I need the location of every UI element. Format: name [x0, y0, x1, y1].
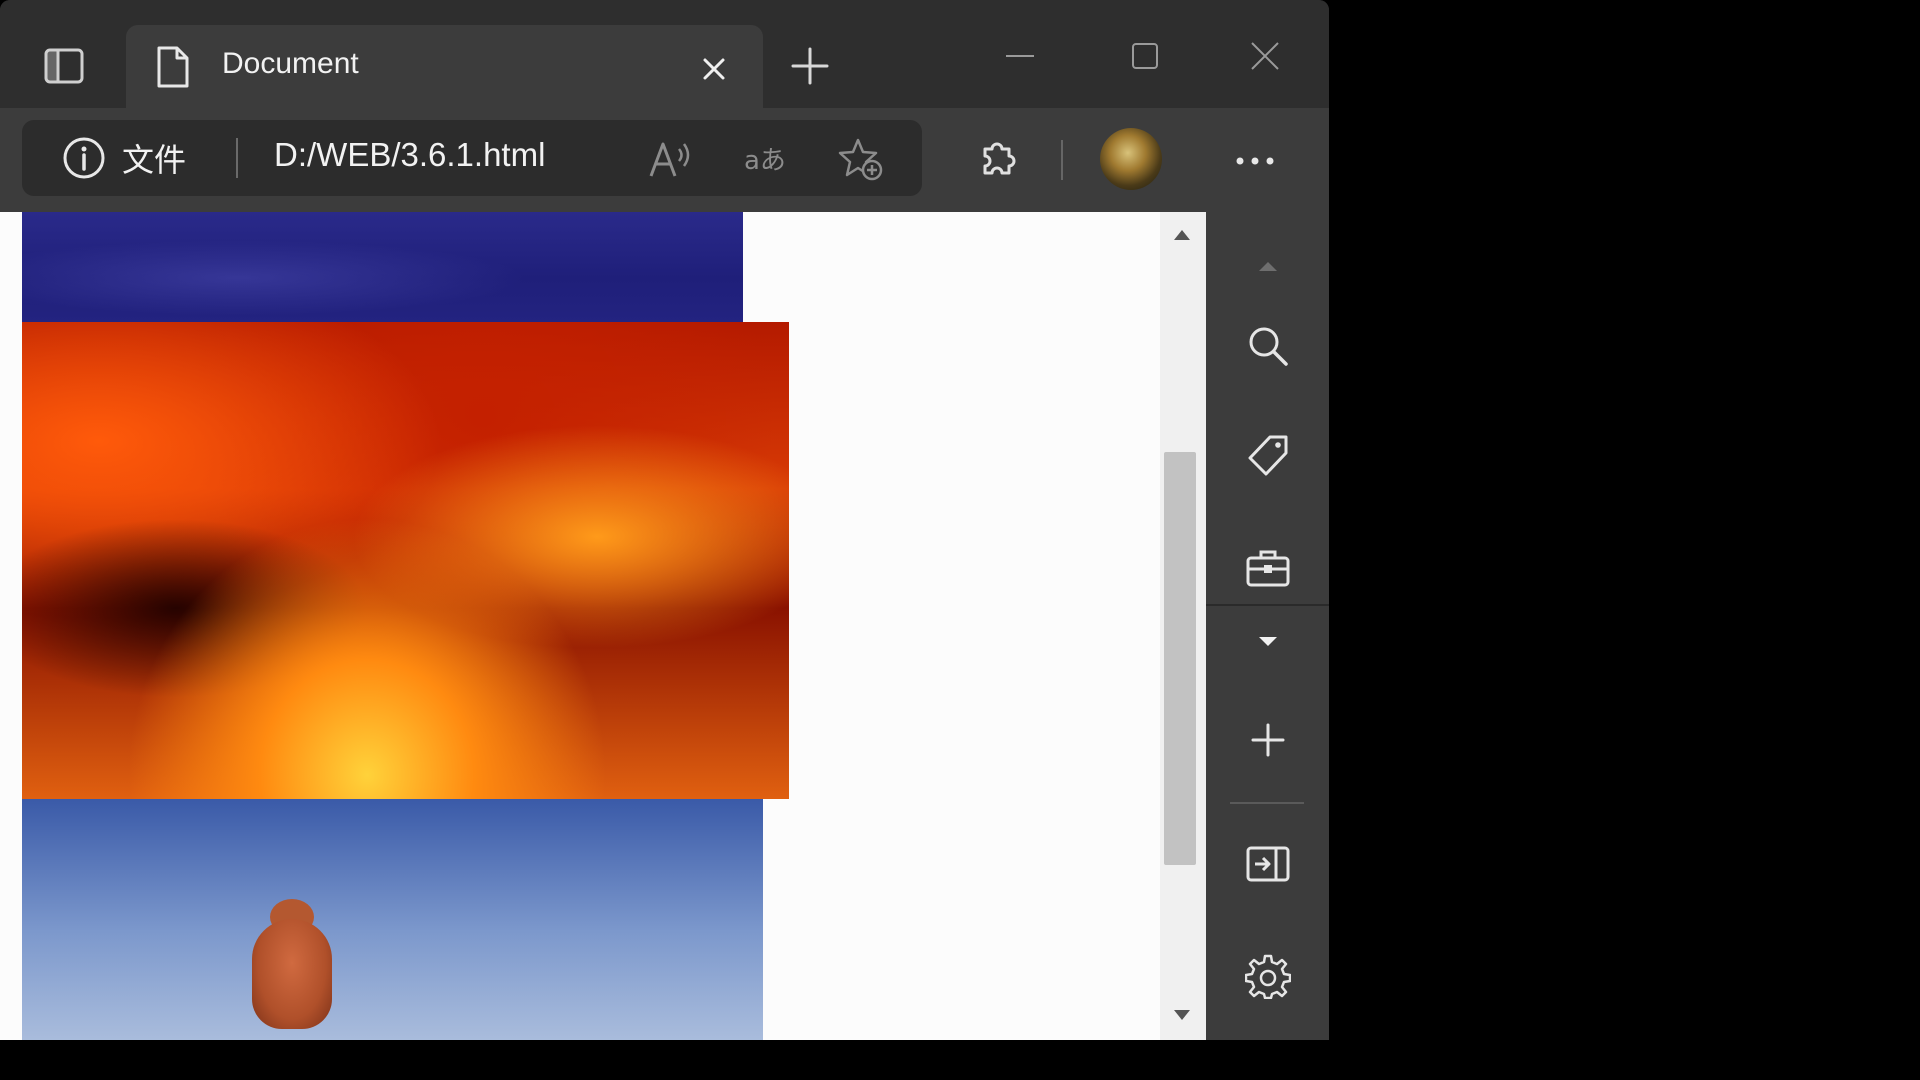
translate-icon: aあ: [742, 139, 788, 179]
sidebar-divider: [1206, 604, 1329, 606]
page-viewport[interactable]: [0, 212, 1206, 1040]
document-icon: [156, 45, 190, 89]
maximize-button[interactable]: [1110, 30, 1180, 82]
window-close-button[interactable]: [1230, 30, 1300, 82]
address-bar[interactable]: 文件 D:/WEB/3.6.1.html aあ: [22, 120, 922, 196]
tab-actions-button[interactable]: [36, 40, 92, 92]
scroll-up-arrow-icon[interactable]: [1172, 228, 1192, 242]
site-info-button[interactable]: 文件: [62, 136, 222, 180]
minimize-icon: [1005, 54, 1035, 58]
translate-button[interactable]: aあ: [738, 134, 792, 184]
maximize-icon: [1131, 42, 1159, 70]
figure-head: [252, 919, 332, 1029]
blue-texture-image: [22, 212, 743, 322]
chevron-down-icon: [1257, 636, 1279, 648]
sidebar-settings-button[interactable]: [1234, 942, 1302, 1010]
info-icon: [62, 136, 106, 180]
close-icon: [1250, 41, 1280, 71]
toolbar: 文件 D:/WEB/3.6.1.html aあ: [0, 108, 1329, 212]
hide-sidebar-icon: [1246, 846, 1290, 882]
chevron-up-icon: [1257, 260, 1279, 272]
new-tab-button[interactable]: [780, 40, 840, 92]
fire-nebula-image: [22, 322, 789, 799]
site-info-label: 文件: [122, 141, 187, 179]
sidebar-hide-button[interactable]: [1234, 830, 1302, 898]
tab-title: Document: [222, 47, 359, 80]
edge-sidebar: [1206, 212, 1329, 1040]
sidebar-search-button[interactable]: [1234, 312, 1302, 380]
settings-icon: [1245, 953, 1291, 999]
extensions-button[interactable]: [970, 130, 1026, 186]
shopping-tag-icon: [1246, 434, 1290, 478]
close-tab-button[interactable]: [692, 47, 736, 91]
plus-icon: [790, 46, 830, 86]
scroll-down-arrow-icon[interactable]: [1172, 1008, 1192, 1022]
tab-strip: Document: [0, 0, 1329, 108]
sidebar-scroll-down-button[interactable]: [1234, 608, 1302, 676]
puzzle-icon: [977, 137, 1019, 179]
search-icon: [1247, 325, 1289, 367]
add-favorite-button[interactable]: [834, 134, 888, 184]
sidebar-add-button[interactable]: [1234, 706, 1302, 774]
sky-photo-image: [22, 799, 763, 1040]
sidebar-scroll-up-button[interactable]: [1234, 232, 1302, 300]
more-icon: [1235, 157, 1275, 165]
tab-actions-icon: [44, 48, 84, 84]
vertical-scrollbar[interactable]: [1160, 212, 1206, 1040]
profile-avatar[interactable]: [1100, 128, 1162, 190]
add-icon: [1250, 722, 1286, 758]
sidebar-divider: [1230, 802, 1304, 804]
scrollbar-thumb[interactable]: [1164, 452, 1196, 865]
tab-document[interactable]: Document: [126, 25, 763, 108]
sidebar-shopping-button[interactable]: [1234, 422, 1302, 490]
svg-text:aあ: aあ: [744, 146, 786, 176]
tools-icon: [1245, 548, 1291, 588]
address-separator: [236, 138, 238, 178]
url-text[interactable]: D:/WEB/3.6.1.html: [274, 136, 545, 174]
read-aloud-icon: [648, 139, 694, 179]
more-menu-button[interactable]: [1225, 136, 1285, 186]
toolbar-separator: [1061, 140, 1063, 180]
read-aloud-button[interactable]: [644, 134, 698, 184]
sidebar-tools-button[interactable]: [1234, 534, 1302, 602]
minimize-button[interactable]: [985, 30, 1055, 82]
add-favorite-icon: [838, 137, 884, 181]
browser-window: Document 文件 D:/WEB/3.6.1.html aあ: [0, 0, 1329, 1040]
close-icon: [702, 57, 726, 81]
